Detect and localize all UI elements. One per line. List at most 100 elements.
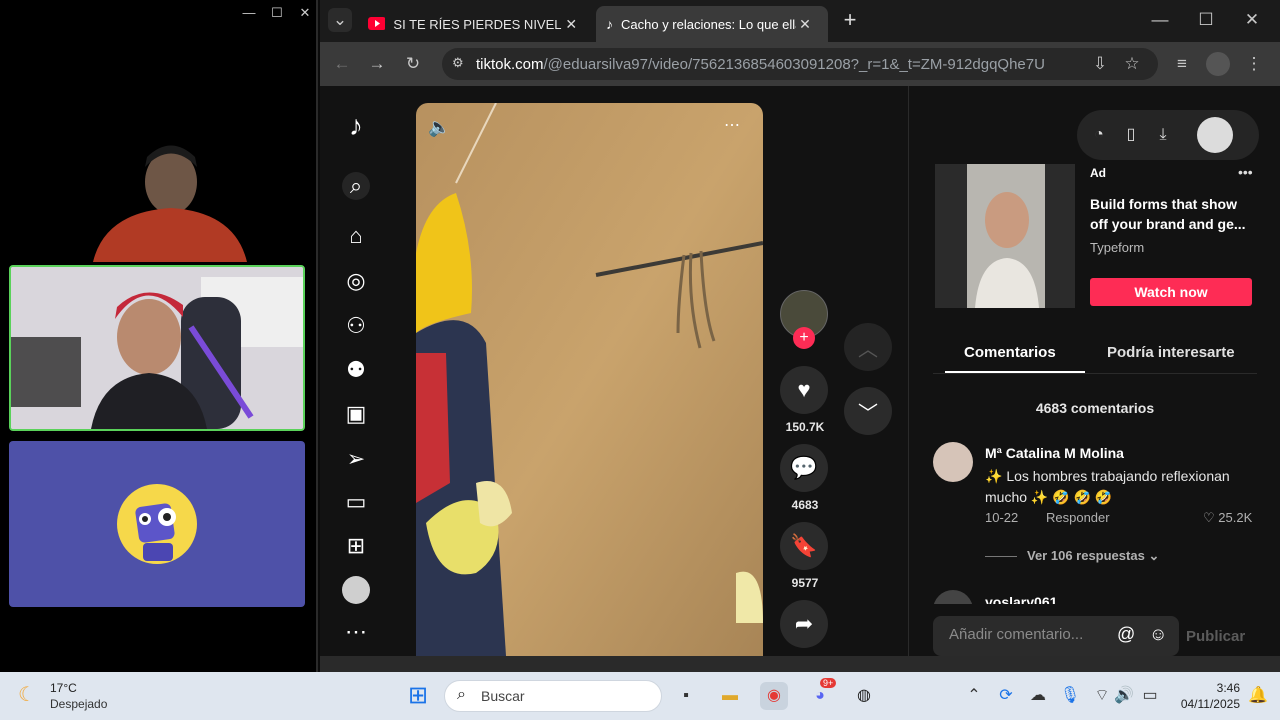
home-icon[interactable]: ⌂ bbox=[342, 222, 370, 250]
task-view-icon[interactable]: ▪ bbox=[672, 682, 700, 710]
speaker-icon[interactable]: 🔈 bbox=[428, 117, 450, 138]
commenter-name[interactable]: yoslary061 bbox=[985, 594, 1057, 604]
participant-tile-1[interactable] bbox=[9, 112, 305, 262]
browser-menu-icon[interactable]: ⋮ bbox=[1242, 52, 1266, 76]
back-icon[interactable]: ← bbox=[330, 52, 354, 76]
replies-divider bbox=[985, 556, 1017, 558]
following-icon[interactable]: ⚇ bbox=[342, 312, 370, 340]
publish-button[interactable]: Publicar bbox=[1186, 628, 1245, 645]
taskbar-search[interactable]: ⌕ Buscar bbox=[444, 680, 662, 712]
active-tab-underline bbox=[945, 371, 1085, 373]
user-avatar[interactable] bbox=[1197, 117, 1233, 153]
microphone-icon[interactable]: 🎙 bbox=[1056, 682, 1084, 710]
participant-camera-feed bbox=[11, 267, 303, 429]
comment-input[interactable]: Añadir comentario... @ ☺ bbox=[933, 616, 1179, 656]
mention-at-icon[interactable]: @ bbox=[1117, 624, 1135, 645]
ad-headline[interactable]: Build forms that show off your brand and… bbox=[1090, 194, 1255, 234]
obs-icon[interactable]: ◍ bbox=[850, 682, 878, 710]
battery-icon[interactable]: ▭ bbox=[1136, 682, 1164, 710]
chevron-up-icon: ︿ bbox=[858, 338, 878, 361]
url-host: tiktok.com bbox=[476, 55, 544, 73]
bookmark-star-icon[interactable]: ☆ bbox=[1120, 52, 1144, 76]
video-player[interactable]: 🔈 ⋯ bbox=[416, 103, 763, 656]
more-dots-icon[interactable]: ⋯ bbox=[342, 618, 370, 646]
tiktok-logo-icon[interactable]: ♪ bbox=[342, 112, 370, 140]
profile-avatar[interactable] bbox=[342, 576, 370, 604]
robot-avatar-icon bbox=[117, 484, 197, 564]
clock-date: 04/11/2025 bbox=[1180, 697, 1240, 711]
view-replies-button[interactable]: Ver 106 respuestas ⌄ bbox=[985, 548, 1159, 564]
window-maximize-icon[interactable]: ☐ bbox=[1194, 8, 1218, 32]
url-path: /@eduarsilva97/video/7562136854603091208… bbox=[543, 55, 1045, 73]
tab-close-icon[interactable]: ✕ bbox=[563, 16, 580, 33]
video-more-icon[interactable]: ⋯ bbox=[724, 115, 740, 135]
cloud-off-icon[interactable]: ☁ bbox=[1024, 682, 1052, 710]
reply-button[interactable]: Responder bbox=[1046, 510, 1110, 525]
inbox-message-icon[interactable]: ▭ bbox=[342, 488, 370, 516]
comment-text: ✨ Los hombres trabajando reflexionan muc… bbox=[985, 468, 1230, 505]
ad-brand[interactable]: Typeform bbox=[1090, 240, 1144, 255]
commenter-avatar[interactable] bbox=[933, 442, 973, 482]
comment-like-button[interactable]: ♡ 25.2K bbox=[1203, 510, 1252, 526]
profile-avatar[interactable] bbox=[1206, 52, 1230, 76]
ad-more-icon[interactable]: ••• bbox=[1238, 164, 1253, 180]
windows-start-icon[interactable]: ⊞ bbox=[404, 682, 432, 710]
window-minimize-icon[interactable]: — bbox=[1148, 8, 1172, 32]
window-close-icon[interactable]: ✕ bbox=[1240, 8, 1264, 32]
tab-podria-interesarte[interactable]: Podría interesarte bbox=[1107, 344, 1235, 361]
forward-icon[interactable]: → bbox=[365, 52, 389, 76]
notifications-icon[interactable]: 🔔 bbox=[1244, 682, 1272, 710]
watch-now-button[interactable]: Watch now bbox=[1090, 278, 1252, 306]
tab-search-chevron-icon[interactable]: ⌄ bbox=[328, 8, 352, 32]
address-bar[interactable]: ⚙ tiktok.com/@eduarsilva97/video/7562136… bbox=[442, 48, 1158, 80]
commenter-name[interactable]: Mª Catalina M Molina bbox=[985, 445, 1124, 461]
comment-count: 4683 bbox=[791, 498, 819, 512]
horizontal-scrollbar[interactable] bbox=[320, 656, 1280, 672]
download-icon[interactable]: ⤓ bbox=[1151, 123, 1175, 147]
volume-icon[interactable]: 🔊 bbox=[1110, 682, 1138, 710]
tab-comentarios[interactable]: Comentarios bbox=[964, 344, 1056, 361]
maximize-button[interactable]: ☐ bbox=[268, 4, 286, 22]
tab-tiktok-active[interactable]: ♪ Cacho y relaciones: Lo que ellas ✕ bbox=[596, 6, 828, 42]
tab-youtube[interactable]: SI TE RÍES PIERDES NIVEL DIOS ( ✕ bbox=[358, 6, 590, 42]
comment-button[interactable]: 💬 bbox=[780, 444, 828, 492]
save-count: 9577 bbox=[791, 576, 819, 590]
like-button[interactable]: ♥ bbox=[780, 366, 828, 414]
tiktok-coin-icon[interactable]: ◔ bbox=[1087, 123, 1111, 147]
upload-plus-icon[interactable]: ⊞ bbox=[342, 532, 370, 560]
reload-icon[interactable]: ↻ bbox=[401, 52, 425, 76]
follow-plus-icon[interactable]: + bbox=[793, 327, 815, 349]
previous-video-button[interactable]: ︿ bbox=[844, 323, 892, 371]
comment-like-count: 25.2K bbox=[1218, 510, 1253, 525]
comment-date: 10-22 bbox=[985, 510, 1019, 525]
browser-toolbar: ← → ↻ ⚙ tiktok.com/@eduarsilva97/video/7… bbox=[320, 42, 1280, 86]
messages-send-icon[interactable]: ➢ bbox=[342, 445, 370, 473]
new-tab-button[interactable]: + bbox=[838, 8, 862, 32]
save-button[interactable]: 🔖 bbox=[780, 522, 828, 570]
site-settings-icon[interactable]: ⚙ bbox=[452, 55, 464, 71]
minimize-button[interactable]: — bbox=[240, 4, 258, 22]
chrome-icon[interactable]: ◉ bbox=[760, 682, 788, 710]
share-button[interactable]: ➦ bbox=[780, 600, 828, 648]
participant-tile-active-speaker[interactable] bbox=[9, 265, 305, 431]
sync-icon[interactable]: ⟳ bbox=[992, 682, 1020, 710]
chevron-up-icon[interactable]: ⌃ bbox=[960, 682, 988, 710]
call-titlebar: — ☐ ✕ bbox=[0, 0, 316, 26]
commenter-avatar[interactable] bbox=[933, 590, 973, 604]
install-app-icon[interactable]: ⇩ bbox=[1088, 52, 1112, 76]
comment-input-placeholder: Añadir comentario... bbox=[949, 626, 1084, 643]
search-icon[interactable]: ⌕ bbox=[342, 172, 370, 200]
live-tv-icon[interactable]: ▣ bbox=[342, 400, 370, 428]
sponsored-ad-card[interactable]: Ad ••• Build forms that show off your br… bbox=[935, 164, 1255, 308]
participant-tile-avatar[interactable] bbox=[9, 441, 305, 607]
next-video-button[interactable]: ﹀ bbox=[844, 387, 892, 435]
tab-close-icon[interactable]: ✕ bbox=[796, 16, 814, 33]
device-phone-icon[interactable]: ▯ bbox=[1119, 123, 1143, 147]
friends-icon[interactable]: ⚉ bbox=[342, 356, 370, 384]
media-controls-icon[interactable]: ≡ bbox=[1170, 52, 1194, 76]
emoji-icon[interactable]: ☺ bbox=[1149, 624, 1167, 645]
file-explorer-icon[interactable]: ▬ bbox=[716, 682, 744, 710]
tab-title: SI TE RÍES PIERDES NIVEL DIOS ( bbox=[393, 16, 562, 32]
close-button[interactable]: ✕ bbox=[296, 4, 314, 22]
explore-compass-icon[interactable]: ◎ bbox=[342, 267, 370, 295]
